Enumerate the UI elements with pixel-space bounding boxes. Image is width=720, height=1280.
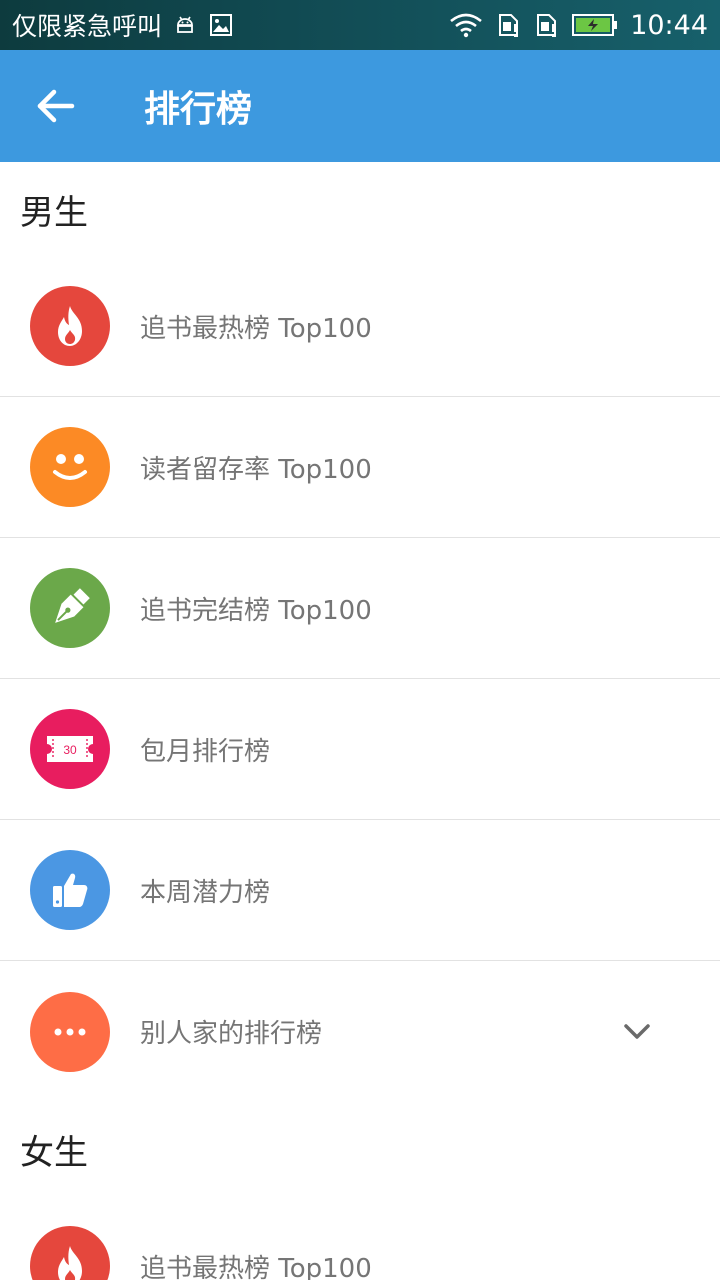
- app-bar: 排行榜: [0, 50, 720, 162]
- carrier-text: 仅限紧急呼叫: [12, 12, 163, 41]
- flame-icon: [30, 286, 110, 366]
- pen-nib-icon: [30, 568, 110, 648]
- back-button[interactable]: [0, 50, 112, 162]
- page-title: 排行榜: [144, 89, 253, 130]
- more-dots-icon: [30, 991, 110, 1072]
- list-item-weekly-potential[interactable]: 本周潜力榜: [0, 820, 720, 961]
- list-item-label: 追书最热榜 Top100: [140, 313, 372, 344]
- section-header-male: 男生: [20, 192, 88, 233]
- list-item-label: 包月排行榜: [140, 736, 271, 767]
- list-item-label: 别人家的排行榜: [140, 1019, 323, 1049]
- image-icon: [208, 12, 234, 38]
- ranking-list: 男生 追书最热榜 Top100 读者留存率 Top100 追书完结榜 Top10…: [0, 162, 720, 1280]
- list-item-finished-top100[interactable]: 追书完结榜 Top100: [0, 538, 720, 679]
- list-item-label: 本周潜力榜: [140, 877, 271, 908]
- sim-alert-icon: [496, 12, 522, 38]
- smiley-icon: [30, 427, 110, 507]
- battery-charging-icon: [572, 12, 618, 38]
- list-item-hot-top100[interactable]: 追书最热榜 Top100: [0, 256, 720, 397]
- section-header-female: 女生: [20, 1132, 88, 1173]
- android-debug-icon: [172, 12, 198, 38]
- wifi-icon: [448, 12, 484, 38]
- sim-alert-icon: [534, 12, 560, 38]
- chevron-down-icon[interactable]: [622, 1017, 652, 1047]
- list-item-female-hot-top100[interactable]: 追书最热榜 Top100: [0, 1196, 720, 1280]
- list-item-label: 追书最热榜 Top100: [140, 1253, 372, 1280]
- list-item-others-ranking[interactable]: 别人家的排行榜: [0, 961, 720, 1102]
- list-item-label: 追书完结榜 Top100: [140, 595, 372, 626]
- flame-icon: [30, 1226, 110, 1280]
- list-item-monthly[interactable]: 30 包月排行榜: [0, 679, 720, 820]
- thumbs-up-icon: [30, 850, 110, 930]
- list-item-label: 读者留存率 Top100: [140, 454, 372, 485]
- status-bar: 仅限紧急呼叫 10:44: [0, 0, 720, 50]
- clock: 10:44: [630, 9, 708, 41]
- ticket-text: 30: [63, 743, 77, 757]
- list-item-retention-top100[interactable]: 读者留存率 Top100: [0, 397, 720, 538]
- back-arrow-icon: [37, 89, 75, 123]
- ticket-30-icon: 30: [30, 709, 110, 789]
